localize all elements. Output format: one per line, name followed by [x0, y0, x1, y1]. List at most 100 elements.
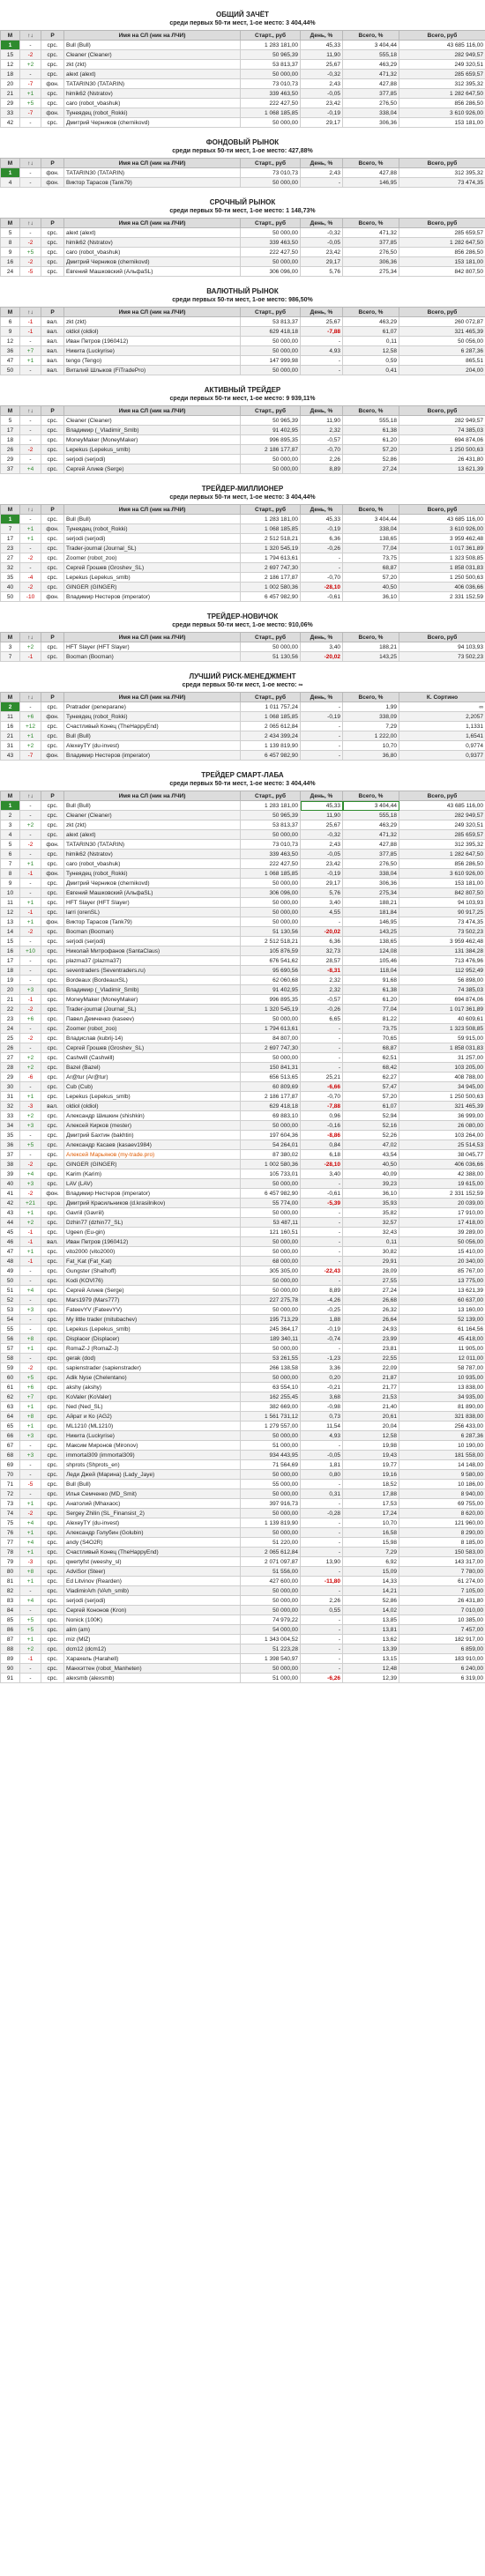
table-row[interactable]: 53 +3 срс. FateevYV (FateevYV) 50 000,00 -0,2… — [0, 1304, 485, 1315]
column-header-m[interactable]: M — [0, 632, 20, 642]
table-row[interactable]: 23- срс. Trader-journal (Journal_SL) 1 320 … — [0, 543, 485, 553]
table-row[interactable]: 64 +8 срс. Айрат и Ко (AG2) 1 561 731,12 0,73… — [0, 1411, 485, 1422]
column-header-m[interactable]: M — [0, 791, 20, 801]
table-row[interactable]: 15- срс. serjodi (serjodi) 2 512 518,21 6,36… — [0, 936, 485, 947]
column-header-arrow[interactable]: ↑↓ — [19, 504, 41, 515]
table-row[interactable]: 33 -7 фон. Тунеядец (robot_Rokki) 1 068 185,… — [0, 108, 485, 118]
table-row[interactable]: 48 -1 срс. Fat_Kat (Fat_Kat) 68 000,00-29,91… — [0, 1256, 485, 1266]
table-row[interactable]: 19- срс. Bordeaux (BordeauxSL) 62 060,68 2,3… — [0, 975, 485, 985]
column-header-p[interactable]: P — [41, 632, 64, 642]
table-row[interactable]: 11 +1 срс. HFT Slayer (HFT Slayer) 50 000,00… — [0, 897, 485, 908]
table-row[interactable]: 12 +2 срс. zkt (zkt) 53 813,37 25,67 463,29 249… — [0, 59, 485, 70]
table-row[interactable]: 20 -7 фон. TATARIN30 (TATARIN) 73 010,73 2,43… — [0, 78, 485, 89]
table-row[interactable]: 49- срс. Gungster (Shalhoff) 305 305,00 -22,… — [0, 1266, 485, 1276]
table-row[interactable]: 8 -2 срс. himik62 (Nstratov) 339 463,50 -0,05… — [0, 237, 485, 248]
column-header-total-rub[interactable]: Всего, руб — [399, 30, 485, 41]
table-row[interactable]: 81 +1 срс. Ed Litvinov (Rearden) 427 600,00-… — [0, 1576, 485, 1586]
table-row[interactable]: 1- срс. Bull (Bull) 1 283 181,00 45,33 3 404,… — [0, 40, 485, 50]
table-row[interactable]: 17 +1 срс. serjodi (serjodi) 2 512 518,21 6,3… — [0, 533, 485, 544]
table-row[interactable]: 32- срс. Сергей Грошев (Groshev_SL) 2 697 7… — [0, 562, 485, 573]
column-header-m[interactable]: M — [0, 405, 20, 416]
table-row[interactable]: 55- срс. Lepekus (Lepekus_smlb) 245 364,17-… — [0, 1324, 485, 1334]
table-row[interactable]: 60 +5 срс. Adik Nyse (Chelentano) 50 000,00 0… — [0, 1372, 485, 1383]
column-header-arrow[interactable]: ↑↓ — [19, 692, 41, 702]
column-header-total-pct[interactable]: Всего, % — [342, 218, 399, 228]
column-header-day[interactable]: День, % — [300, 307, 343, 317]
table-row[interactable]: 7 -1 срс. Bocman (Bocman) 51 130,56 -20,02 143… — [0, 651, 485, 662]
table-row[interactable]: 11 +6 фон. Тунеядец (robot_Rokki) 1 068 185,… — [0, 711, 485, 722]
table-row[interactable]: 69- срс. shprots (Shprots_en) 71 564,69 1,81… — [0, 1459, 485, 1470]
column-header-name[interactable]: Имя на СЛ (ник на ЛЧИ) — [63, 30, 241, 41]
table-row[interactable]: 70- срс. Леди Джей (Марина) (Lady_Jaye) 50 … — [0, 1469, 485, 1480]
column-header-start[interactable]: Старт., руб — [240, 158, 301, 168]
column-header-arrow[interactable]: ↑↓ — [19, 405, 41, 416]
table-row[interactable]: 26 -2 срс. Lepekus (Lepekus_smlb) 2 186 177,… — [0, 444, 485, 455]
table-row[interactable]: 18- срс. MoneyMaker (MoneyMaker) 996 895,35… — [0, 434, 485, 445]
column-header-total-rub[interactable]: Всего, руб — [399, 158, 485, 168]
column-header-p[interactable]: P — [41, 692, 64, 702]
table-row[interactable]: 1- срс. Bull (Bull) 1 283 181,00 45,33 3 404,… — [0, 800, 485, 811]
column-header-m[interactable]: M — [0, 218, 20, 228]
column-header-start[interactable]: Старт., руб — [240, 218, 301, 228]
column-header-total-pct[interactable]: Всего, % — [342, 30, 399, 41]
table-row[interactable]: 84- срс. Сергей Кононов (Kron) 50 000,00 0,5… — [0, 1605, 485, 1615]
column-header-total-pct[interactable]: Всего, % — [342, 504, 399, 515]
column-header-arrow[interactable]: ↑↓ — [19, 218, 41, 228]
table-row[interactable]: 41 -2 фон. Владимир Нестеров (imperator) 6 4… — [0, 1188, 485, 1199]
column-header-sortino[interactable]: К. Сортино — [399, 692, 485, 702]
table-row[interactable]: 91- срс. alexsmb (alexsmb) 51 000,00 -6,26 12… — [0, 1673, 485, 1683]
table-row[interactable]: 63 +1 срс. Ned (Ned_SL) 382 669,00 -0,98 21,40… — [0, 1401, 485, 1412]
table-row[interactable]: 79 -3 срс. qwertyfst (weeshy_sl) 2 071 097,8… — [0, 1556, 485, 1567]
table-row[interactable]: 47 +1 срс. vito2000 (vito2000) 50 000,00-30,… — [0, 1246, 485, 1257]
table-row[interactable]: 14 -2 срс. Bocman (Bocman) 51 130,56 -20,02 14… — [0, 926, 485, 937]
table-row[interactable]: 16 +10 срс. Николай Митрофанов (SantaClaus)… — [0, 946, 485, 956]
table-row[interactable]: 27 +2 срс. Cashwill (Cashwill) 50 000,00-62,… — [0, 1052, 485, 1063]
table-row[interactable]: 24- срс. Zoomer (robot_zoo) 1 794 613,61-73… — [0, 1023, 485, 1034]
table-row[interactable]: 80 +8 срс. AdviSor (Steer) 51 556,00-15,09 7 … — [0, 1566, 485, 1577]
table-row[interactable]: 37- срс. Алексей Марьянов (my-trade.pro) 87… — [0, 1149, 485, 1160]
column-header-arrow[interactable]: ↑↓ — [19, 158, 41, 168]
column-header-p[interactable]: P — [41, 218, 64, 228]
table-row[interactable]: 72- срс. Илья Семченко (MD_Smit) 50 000,00 0… — [0, 1488, 485, 1499]
column-header-name[interactable]: Имя на СЛ (ник на ЛЧИ) — [63, 405, 241, 416]
column-header-p[interactable]: P — [41, 791, 64, 801]
column-header-start[interactable]: Старт., руб — [240, 405, 301, 416]
table-row[interactable]: 2- срс. Pratrader (peneparane) 1 011 757,24… — [0, 702, 485, 712]
column-header-day[interactable]: День, % — [300, 405, 343, 416]
table-row[interactable]: 7 +1 фон. Тунеядец (robot_Rokki) 1 068 185,8… — [0, 523, 485, 534]
table-row[interactable]: 31 +1 срс. Lepekus (Lepekus_smlb) 2 186 177,… — [0, 1091, 485, 1102]
column-header-total-pct[interactable]: Всего, % — [342, 791, 399, 801]
column-header-total-pct[interactable]: Всего, % — [342, 692, 399, 702]
table-row[interactable]: 1- фон. TATARIN30 (TATARIN) 73 010,73 2,43 42… — [0, 167, 485, 178]
column-header-p[interactable]: P — [41, 504, 64, 515]
table-row[interactable]: 47 +1 вал. tengo (Tengo) 147 999,98-0,59 865,… — [0, 355, 485, 366]
column-header-day[interactable]: День, % — [300, 632, 343, 642]
table-row[interactable]: 17- срс. plazma37 (plazma37) 676 541,62 28,5… — [0, 955, 485, 966]
table-row[interactable]: 67- срс. Максим Миронов (Mironov) 51 000,00… — [0, 1440, 485, 1451]
table-row[interactable]: 88 +2 срс. dcm12 (dcm12) 51 223,28-13,39 6 85… — [0, 1644, 485, 1654]
table-row[interactable]: 42 +21 срс. Дмитрий Красильников (d.krasiln… — [0, 1198, 485, 1208]
column-header-p[interactable]: P — [41, 158, 64, 168]
table-row[interactable]: 5- срс. Cleaner (Cleaner) 50 965,39 11,90 555… — [0, 415, 485, 426]
table-row[interactable]: 4- срс. alext (alext) 50 000,00 -0,32 471,32 2… — [0, 829, 485, 840]
table-row[interactable]: 35 -4 срс. Lepekus (Lepekus_smlb) 2 186 177,… — [0, 572, 485, 583]
table-row[interactable]: 43 +1 срс. Gavriil (Gavriil) 50 000,00-35,82… — [0, 1207, 485, 1218]
table-row[interactable]: 21 +1 срс. himik62 (Nstratov) 339 463,50 -0,0… — [0, 88, 485, 99]
table-row[interactable]: 6- срс. himik62 (Nstratov) 339 463,50 -0,05 3… — [0, 849, 485, 859]
table-row[interactable]: 8 -1 фон. Тунеядец (robot_Rokki) 1 068 185,8… — [0, 868, 485, 879]
table-row[interactable]: 51 +4 срс. Сергей Алиев (Serge) 50 000,00 8,8… — [0, 1285, 485, 1295]
table-row[interactable]: 50- вал. Виталий Шлыков (FiTradePro) 50 000… — [0, 365, 485, 375]
table-row[interactable]: 32 -3 вал. oldiol (oldiol) 629 418,18 -7,88 61… — [0, 1101, 485, 1111]
table-row[interactable]: 74 -2 срс. Sergey Zhilin (SL_Finansist_2) 50… — [0, 1508, 485, 1518]
column-header-start[interactable]: Старт., руб — [240, 504, 301, 515]
table-row[interactable]: 82- срс. VladimirArh (VArh_smlb) 50 000,00-… — [0, 1585, 485, 1596]
column-header-total-rub[interactable]: Всего, руб — [399, 218, 485, 228]
column-header-arrow[interactable]: ↑↓ — [19, 791, 41, 801]
column-header-name[interactable]: Имя на СЛ (ник на ЛЧИ) — [63, 307, 241, 317]
table-row[interactable]: 56 +8 срс. Displacer (Displacer) 189 340,11-… — [0, 1333, 485, 1344]
column-header-day[interactable]: День, % — [300, 791, 343, 801]
table-row[interactable]: 37 +4 срс. Сергей Алиев (Serge) 50 000,00 8,8… — [0, 464, 485, 474]
table-row[interactable]: 30- срс. Cub (Cub) 60 809,69 -6,66 57,47 34 94… — [0, 1081, 485, 1092]
column-header-start[interactable]: Старт., руб — [240, 632, 301, 642]
table-row[interactable]: 9- срс. Дмитрий Черников (chernikovd) 50 00… — [0, 878, 485, 888]
